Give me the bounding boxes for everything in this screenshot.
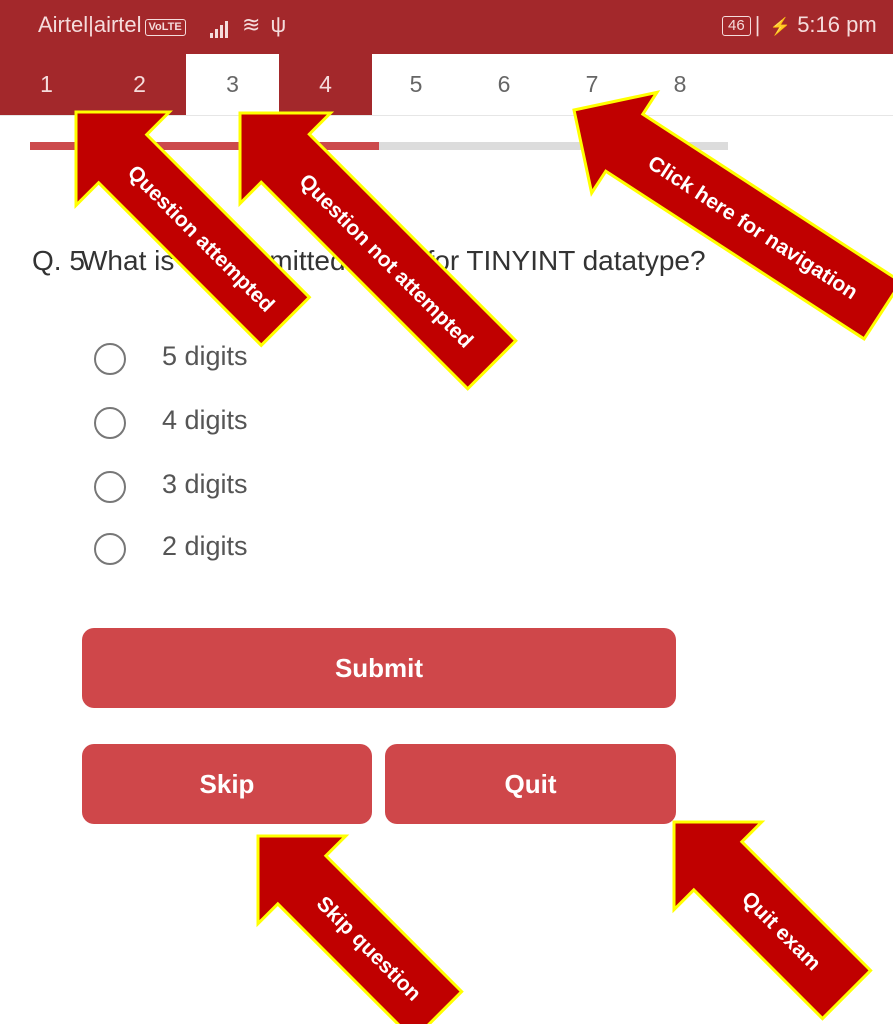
question-nav-bar: 12345678 [0, 54, 893, 116]
question-tab-5[interactable]: 5 [372, 54, 460, 115]
question-tab-3[interactable]: 3 [186, 54, 279, 115]
question-number: Q. 5 [32, 245, 85, 276]
question-tab-6[interactable]: 6 [460, 54, 548, 115]
annotation-label: Skip question [312, 892, 426, 1006]
option-2[interactable]: 4 digits [94, 404, 394, 448]
volte-icon: VoLTE [144, 19, 186, 36]
option-label: 3 digits [162, 469, 248, 499]
battery-icon: 46 [722, 16, 751, 36]
annotation-skip-question: Skip question [256, 834, 464, 1024]
annotation-label: Click here for navigation [644, 151, 862, 304]
option-label: 4 digits [162, 405, 248, 435]
option-3[interactable]: 3 digits [94, 468, 394, 512]
question-tab-2[interactable]: 2 [93, 54, 186, 115]
carrier-info: Airtel|airtel VoLTE ≋ ψ [38, 12, 286, 38]
status-right: 46 ▏⚡ 5:16 pm [722, 12, 877, 38]
clock: 5:16 pm [797, 12, 877, 37]
signal-icon [209, 12, 230, 38]
submit-button[interactable]: Submit [82, 628, 676, 708]
question-tab-8[interactable]: 8 [636, 54, 724, 115]
progress-bar [30, 142, 728, 150]
radio-button[interactable] [94, 533, 126, 565]
question-tab-4[interactable]: 4 [279, 54, 372, 115]
progress-fill [30, 142, 379, 150]
annotation-label: Quit exam [737, 887, 825, 975]
radio-button[interactable] [94, 343, 126, 375]
question-tab-1[interactable]: 1 [0, 54, 93, 115]
radio-button[interactable] [94, 407, 126, 439]
annotation-overlay: Question attempted Question not attempte… [74, 90, 893, 1024]
option-1[interactable]: 5 digits [94, 340, 394, 384]
option-label: 2 digits [162, 531, 248, 561]
question-tab-7[interactable]: 7 [548, 54, 636, 115]
skip-button[interactable]: Skip [82, 744, 372, 824]
option-4[interactable]: 2 digits [94, 530, 394, 574]
option-label: 5 digits [162, 341, 248, 371]
usb-icon: ψ [270, 12, 287, 37]
carrier-name: Airtel|airtel [38, 12, 142, 37]
wifi-icon: ≋ [241, 12, 261, 37]
quit-button[interactable]: Quit [385, 744, 676, 824]
radio-button[interactable] [94, 471, 126, 503]
question-text: What is the permitted width for TINYINT … [81, 245, 706, 276]
annotation-label: Question attempted [123, 161, 279, 317]
status-bar: Airtel|airtel VoLTE ≋ ψ 46 ▏⚡ 5:16 pm [0, 0, 893, 54]
charging-icon: ▏⚡ [756, 17, 792, 36]
